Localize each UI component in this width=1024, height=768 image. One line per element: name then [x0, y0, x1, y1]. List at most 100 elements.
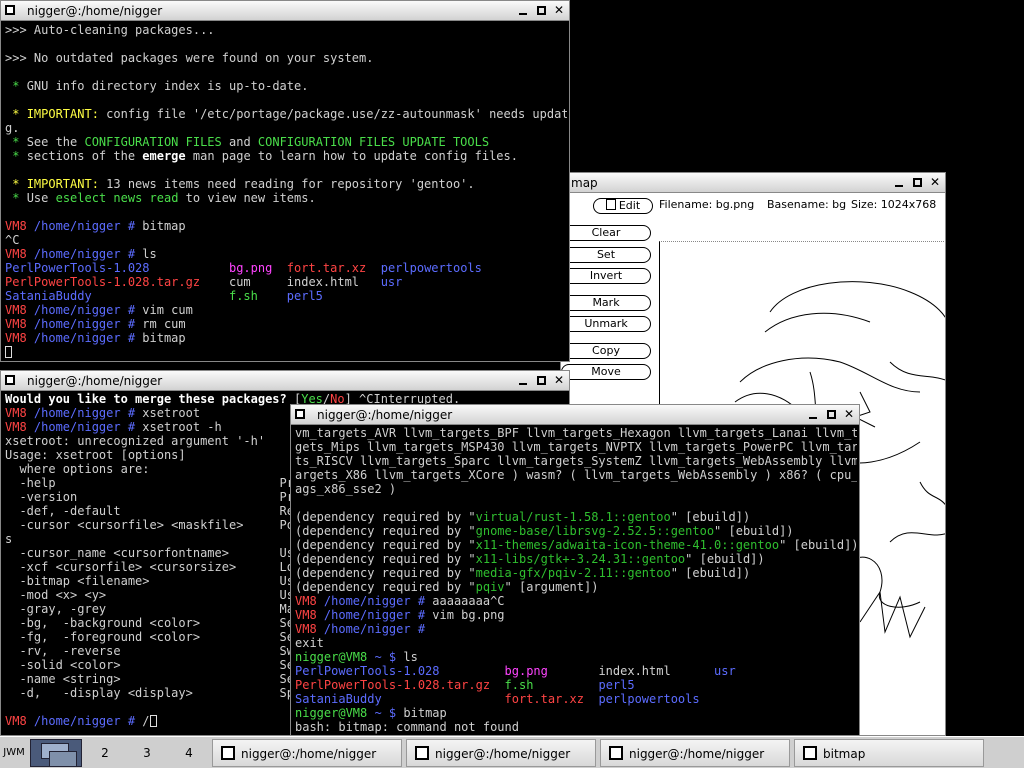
maximize-icon[interactable]	[533, 373, 549, 389]
minimize-icon[interactable]	[891, 175, 907, 191]
terminal-text-segment: /home/nigger #	[33, 714, 143, 728]
terminal-1-titlebar[interactable]: nigger@:/home/nigger	[1, 1, 569, 21]
terminal-text-segment: " [argument])	[504, 580, 599, 594]
terminal-text-segment: IMPORTANT:	[26, 177, 99, 191]
terminal-text-segment: PerlPowerTools-1.028.tar.gz	[5, 275, 201, 289]
terminal-text-segment: gnome-base/librsvg-2.52.5::gentoo	[475, 524, 715, 538]
bitmap-move-button[interactable]: Move	[561, 364, 651, 380]
terminal-text-segment: " [ebuild])	[714, 524, 794, 538]
terminal-text-segment: GNU info directory index is up-to-date.	[26, 79, 309, 93]
terminal-2-titlebar[interactable]: nigger@:/home/nigger	[1, 371, 569, 391]
terminal-text-segment: (dependency required by "	[295, 538, 476, 552]
taskbar-task-1[interactable]: nigger@:/home/nigger	[212, 739, 402, 767]
terminal-text-segment: VM8	[295, 594, 324, 608]
close-icon[interactable]	[551, 3, 567, 19]
terminal-text-segment: emerge	[142, 149, 186, 163]
start-menu-button[interactable]: JWM	[0, 739, 28, 767]
bitmap-clear-button[interactable]: Clear	[561, 225, 651, 241]
terminal-text-segment: VM8	[5, 317, 34, 331]
terminal-text-segment: VM8	[5, 406, 34, 420]
terminal-text-segment: xsetroot	[142, 406, 201, 420]
bitmap-edit-button[interactable]: Edit	[593, 198, 653, 214]
terminal-text-segment: /home/nigger #	[33, 406, 143, 420]
terminal-window-3[interactable]: nigger@:/home/nigger vm_targets_AVR llvm…	[290, 404, 860, 736]
taskbar-task-3[interactable]: nigger@:/home/nigger	[600, 739, 790, 767]
terminal-text-segment: x11-themes/adwaita-icon-theme-41.0::gent…	[475, 538, 780, 552]
terminal-3-titlebar[interactable]: nigger@:/home/nigger	[291, 405, 859, 425]
terminal-text-segment: /home/nigger #	[323, 608, 433, 622]
taskbar-task-4[interactable]: bitmap	[794, 739, 984, 767]
terminal-text-segment: VM8	[295, 622, 324, 636]
terminal-text-segment: /home/nigger #	[323, 594, 433, 608]
terminal-text-segment: perl5	[286, 289, 323, 303]
terminal-3-title: nigger@:/home/nigger	[317, 408, 453, 422]
terminal-text-segment: nigger@VM8	[295, 650, 375, 664]
window-icon	[609, 746, 623, 760]
terminal-cursor	[5, 346, 12, 358]
terminal-text-segment: (dependency required by "	[295, 552, 476, 566]
bitmap-unmark-button[interactable]: Unmark	[561, 316, 651, 332]
terminal-text-segment: bg.png	[228, 261, 273, 275]
bitmap-size: Size: 1024x768	[851, 198, 937, 211]
taskbar-task-2[interactable]: nigger@:/home/nigger	[406, 739, 596, 767]
minimize-icon[interactable]	[515, 373, 531, 389]
terminal-text-segment: VM8	[5, 219, 34, 233]
terminal-text-segment: PerlPowerTools-1.028	[295, 664, 505, 678]
terminal-line: SataniaBuddy f.sh perl5	[5, 289, 567, 303]
terminal-text-segment: bitmap	[403, 706, 447, 720]
bitmap-mark-button[interactable]: Mark	[561, 295, 651, 311]
maximize-icon[interactable]	[823, 407, 839, 423]
bitmap-filename: Filename: bg.png	[659, 198, 755, 211]
terminal-text-segment: VM8	[5, 303, 34, 317]
pager-window-preview	[49, 751, 77, 767]
terminal-text-segment: " [ebuild])	[670, 510, 751, 524]
terminal-text-segment: (dependency required by "	[295, 566, 476, 580]
terminal-1-title: nigger@:/home/nigger	[27, 4, 163, 18]
minimize-icon[interactable]	[805, 407, 821, 423]
maximize-icon[interactable]	[909, 175, 925, 191]
close-icon[interactable]	[927, 175, 943, 191]
close-icon[interactable]	[841, 407, 857, 423]
terminal-line: * Use eselect news read to view new item…	[5, 191, 567, 205]
terminal-line: PerlPowerTools-1.028 bg.png fort.tar.xz …	[5, 261, 567, 275]
terminal-text-segment: nigger@VM8	[295, 706, 375, 720]
terminal-text-segment: fort.tar.xz	[286, 261, 367, 275]
close-icon[interactable]	[551, 373, 567, 389]
bitmap-invert-button[interactable]: Invert	[561, 268, 651, 284]
terminal-line: * GNU info directory index is up-to-date…	[5, 79, 567, 93]
pager-desktop-1[interactable]	[30, 739, 82, 767]
terminal-line: PerlPowerTools-1.028 bg.png index.html u…	[295, 664, 857, 678]
bitmap-set-button[interactable]: Set	[561, 247, 651, 263]
terminal-text-segment: media-gfx/pqiv-2.11::gentoo	[475, 566, 671, 580]
bitmap-titlebar[interactable]: map	[561, 173, 945, 193]
terminal-window-1[interactable]: nigger@:/home/nigger >>> Auto-cleaning p…	[0, 0, 570, 362]
terminal-line	[5, 345, 567, 359]
terminal-cursor	[149, 715, 157, 727]
terminal-text-segment: SataniaBuddy	[5, 289, 229, 303]
terminal-text-segment: /home/nigger #	[33, 219, 143, 233]
bitmap-basename: Basename: bg	[767, 198, 847, 211]
terminal-text-segment: perl5	[598, 678, 635, 692]
pager-desktop-4[interactable]: 4	[170, 739, 208, 767]
terminal-line: VM8 /home/nigger # bitmap	[5, 331, 567, 345]
minimize-icon[interactable]	[515, 3, 531, 19]
terminal-line: VM8 /home/nigger #	[295, 622, 857, 636]
bitmap-copy-button[interactable]: Copy	[561, 343, 651, 359]
terminal-line: * IMPORTANT: config file '/etc/portage/p…	[5, 107, 567, 121]
window-icon	[803, 746, 817, 760]
terminal-text-segment: CONFIGURATION FILES UPDATE TOOLS	[257, 135, 490, 149]
terminal-text-segment: perlpowertools	[380, 261, 482, 275]
terminal-3-output[interactable]: vm_targets_AVR llvm_targets_BPF llvm_tar…	[295, 426, 857, 734]
pager-desktop-3[interactable]: 3	[128, 739, 166, 767]
terminal-line: nigger@VM8 ~ $ ls	[295, 650, 857, 664]
terminal-1-output[interactable]: >>> Auto-cleaning packages... >>> No outd…	[5, 23, 567, 361]
terminal-text-segment: index.html	[547, 664, 715, 678]
pager-desktop-2[interactable]: 2	[86, 739, 124, 767]
terminal-line: VM8 /home/nigger # vim cum	[5, 303, 567, 317]
maximize-icon[interactable]	[533, 3, 549, 19]
